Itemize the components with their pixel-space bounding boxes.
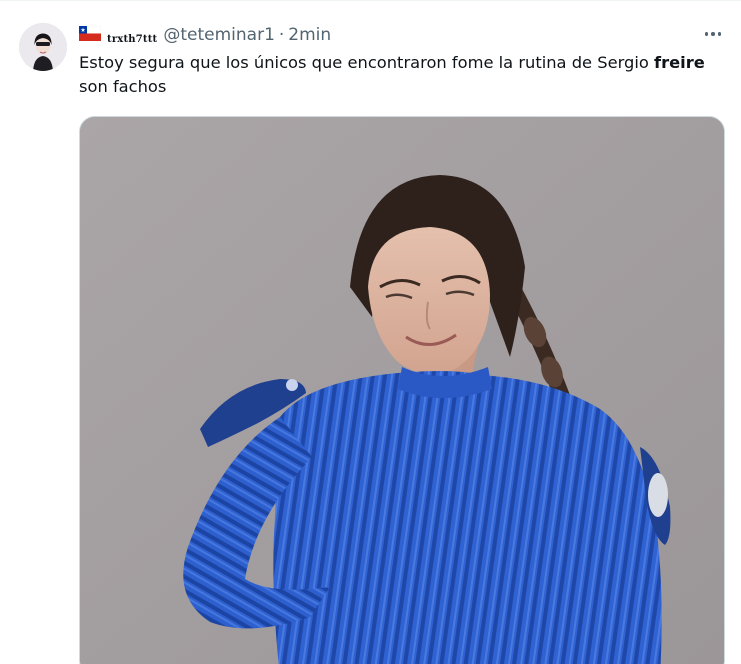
more-options-icon[interactable] <box>700 23 726 45</box>
chile-flag-icon <box>79 25 101 41</box>
avatar[interactable] <box>19 23 67 71</box>
tweet-text: Estoy segura que los únicos que encontra… <box>79 51 729 99</box>
separator-dot: · <box>278 25 285 45</box>
tweet-media[interactable] <box>79 116 725 664</box>
tweet-text-end: son fachos <box>79 77 167 96</box>
tweet[interactable]: trxth7ttt @teteminar1 · 2min Estoy segur… <box>0 0 741 664</box>
display-name[interactable]: trxth7ttt <box>107 34 157 45</box>
tweet-header: trxth7ttt @teteminar1 · 2min <box>79 23 331 47</box>
timestamp[interactable]: 2min <box>288 25 331 45</box>
user-handle[interactable]: @teteminar1 <box>163 25 275 45</box>
avatar-image <box>19 23 67 71</box>
tweet-text-start: Estoy segura que los únicos que encontra… <box>79 53 654 72</box>
tweet-text-highlight: freire <box>654 53 705 72</box>
media-photo <box>80 117 724 664</box>
